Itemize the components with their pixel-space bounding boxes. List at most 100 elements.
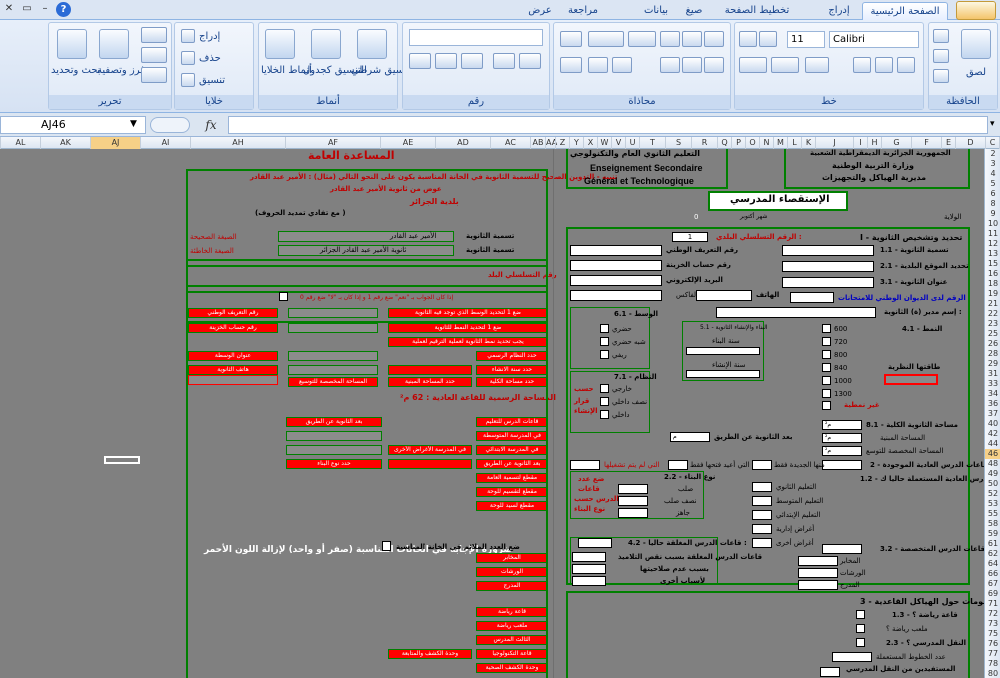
insert-cells-button[interactable]: إدراج: [199, 31, 220, 42]
merge-center-icon[interactable]: [560, 57, 582, 73]
autosum-icon[interactable]: [141, 27, 167, 43]
row-header-80[interactable]: 80: [985, 669, 1000, 678]
row-header-61[interactable]: 61: [985, 539, 1000, 549]
row-header-3[interactable]: 3: [985, 159, 1000, 169]
font-color-icon[interactable]: [739, 57, 767, 73]
row-header-72[interactable]: 72: [985, 609, 1000, 619]
cell-styles-button[interactable]: أنماط الخلايا: [261, 65, 312, 76]
column-header-u[interactable]: U: [625, 137, 639, 149]
row-header-16[interactable]: 16: [985, 269, 1000, 279]
grow-font-icon[interactable]: [759, 31, 777, 47]
column-header-ab[interactable]: AB: [530, 137, 545, 149]
restore-icon[interactable]: ▭: [20, 2, 34, 16]
row-header-22[interactable]: 22: [985, 309, 1000, 319]
align-top-icon[interactable]: [660, 31, 680, 47]
paste-button[interactable]: لصق: [959, 67, 993, 78]
treasury-field[interactable]: [570, 260, 662, 271]
row-header-36[interactable]: 36: [985, 399, 1000, 409]
row-header-5[interactable]: 5: [985, 179, 1000, 189]
fill-color-icon[interactable]: [771, 57, 799, 73]
column-header-m[interactable]: M: [773, 137, 787, 149]
borders-icon[interactable]: [805, 57, 829, 73]
row-header-55[interactable]: 55: [985, 509, 1000, 519]
row-header-78[interactable]: 78: [985, 659, 1000, 669]
row-header-67[interactable]: 67: [985, 579, 1000, 589]
row-header-12[interactable]: 12: [985, 239, 1000, 249]
column-header-ak[interactable]: AK: [40, 137, 90, 149]
column-header-t[interactable]: T: [639, 137, 665, 149]
fax-field[interactable]: [570, 290, 662, 301]
format-cells-button[interactable]: تنسيق: [199, 75, 225, 86]
row-header-33[interactable]: 33: [985, 379, 1000, 389]
column-header-ac[interactable]: AC: [490, 137, 530, 149]
currency-icon[interactable]: [409, 53, 431, 69]
column-header-n[interactable]: N: [759, 137, 773, 149]
help-icon[interactable]: ?: [56, 2, 71, 17]
wrap-text-icon[interactable]: [560, 31, 582, 47]
tab-review[interactable]: مراجعة: [562, 2, 604, 20]
row-header-26[interactable]: 26: [985, 339, 1000, 349]
row-header-40[interactable]: 40: [985, 419, 1000, 429]
row-header-66[interactable]: 66: [985, 569, 1000, 579]
decrease-decimal-icon[interactable]: [519, 53, 541, 69]
column-header-f[interactable]: F: [911, 137, 941, 149]
tab-insert[interactable]: إدراج: [822, 2, 856, 20]
text-direction-icon[interactable]: [588, 31, 624, 47]
row-header-25[interactable]: 25: [985, 329, 1000, 339]
column-header-p[interactable]: P: [731, 137, 745, 149]
column-header-h[interactable]: H: [867, 137, 881, 149]
column-header-v[interactable]: V: [611, 137, 625, 149]
align-bottom-icon[interactable]: [704, 31, 724, 47]
phone-field[interactable]: [696, 290, 752, 301]
row-header-31[interactable]: 31: [985, 369, 1000, 379]
row-header-11[interactable]: 11: [985, 229, 1000, 239]
column-header-g[interactable]: G: [881, 137, 911, 149]
find-select-button[interactable]: بحث وتحديد: [51, 65, 101, 76]
row-header-34[interactable]: 34: [985, 389, 1000, 399]
row-header-76[interactable]: 76: [985, 639, 1000, 649]
selected-cell-marker[interactable]: [104, 456, 140, 464]
row-header-53[interactable]: 53: [985, 499, 1000, 509]
fill-icon[interactable]: [141, 47, 167, 63]
column-header-y[interactable]: Y: [569, 137, 583, 149]
increase-decimal-icon[interactable]: [493, 53, 515, 69]
row-header-62[interactable]: 62: [985, 549, 1000, 559]
worksheet[interactable]: المساعدة العامة تنبيه - التدوين الصحيح ل…: [0, 149, 984, 678]
name-box[interactable]: AJ46: [0, 116, 146, 134]
column-header-aj[interactable]: AJ: [90, 137, 140, 149]
row-header-15[interactable]: 15: [985, 259, 1000, 269]
row-header-9[interactable]: 9: [985, 209, 1000, 219]
sort-filter-button[interactable]: فرز وتصفية: [97, 65, 145, 76]
tab-view[interactable]: عرض: [520, 2, 560, 20]
align-center-icon[interactable]: [682, 57, 702, 73]
expand-formula-icon[interactable]: ▾: [990, 119, 995, 129]
column-header-ae[interactable]: AE: [380, 137, 435, 149]
row-header-4[interactable]: 4: [985, 169, 1000, 179]
column-header-s[interactable]: S: [665, 137, 691, 149]
column-header-q[interactable]: Q: [717, 137, 731, 149]
office-button[interactable]: [956, 1, 996, 20]
formula-input[interactable]: [228, 116, 988, 134]
number-format-select[interactable]: [409, 29, 543, 46]
column-header-aa[interactable]: AA: [545, 137, 557, 149]
row-header-37[interactable]: 37: [985, 409, 1000, 419]
email-field[interactable]: [570, 275, 662, 286]
row-header-75[interactable]: 75: [985, 629, 1000, 639]
chevron-down-icon[interactable]: ▼: [130, 119, 137, 129]
row-header-13[interactable]: 13: [985, 249, 1000, 259]
column-header-ad[interactable]: AD: [435, 137, 490, 149]
row-header-48[interactable]: 48: [985, 459, 1000, 469]
row-header-50[interactable]: 50: [985, 479, 1000, 489]
row-header-69[interactable]: 69: [985, 589, 1000, 599]
exams-field[interactable]: [790, 292, 834, 303]
decrease-indent-icon[interactable]: [588, 57, 608, 73]
row-header-71[interactable]: 71: [985, 599, 1000, 609]
row-header-19[interactable]: 19: [985, 289, 1000, 299]
shrink-font-icon[interactable]: [739, 31, 757, 47]
column-header-j[interactable]: J: [815, 137, 853, 149]
column-header-r[interactable]: R: [691, 137, 717, 149]
row-header-42[interactable]: 42: [985, 429, 1000, 439]
row-header-28[interactable]: 28: [985, 349, 1000, 359]
row-header-44[interactable]: 44: [985, 439, 1000, 449]
row-header-8[interactable]: 8: [985, 199, 1000, 209]
